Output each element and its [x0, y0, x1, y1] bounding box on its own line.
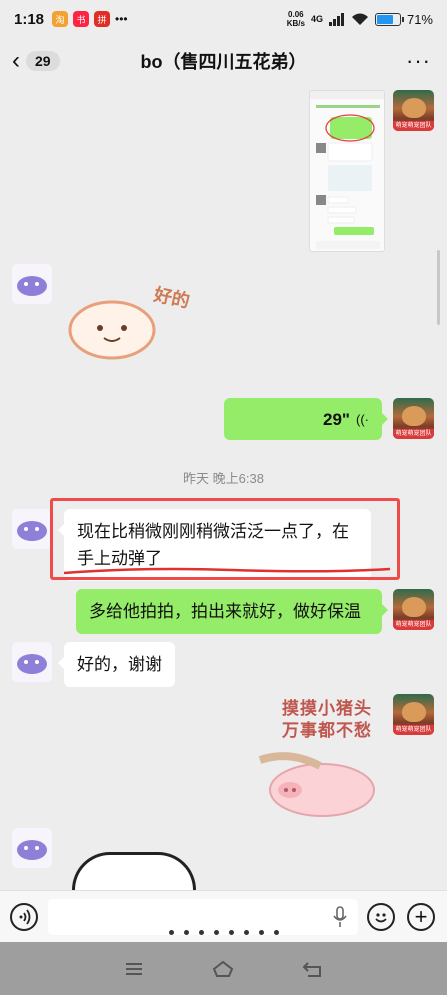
page-dot [183, 930, 189, 935]
more-dots-icon[interactable]: ··· [406, 48, 431, 74]
page-dot [213, 930, 219, 935]
page-dot [168, 930, 174, 935]
avatar-contact[interactable] [12, 264, 52, 304]
network-speed-value: 0.06 [288, 10, 304, 19]
avatar-self[interactable]: 萌宠萌宠团队 [393, 694, 434, 735]
scrollbar[interactable] [437, 250, 440, 325]
red-underline-annotation [63, 567, 391, 575]
voice-message[interactable]: 29" ((· [224, 398, 388, 440]
message-text: 好的，谢谢 [77, 655, 162, 674]
page-dot [273, 930, 279, 935]
network-type: 4G [310, 14, 323, 24]
chat-header: ‹ 29 bo（售四川五花弟） ··· [0, 38, 447, 84]
avatar-label: 萌宠萌宠团队 [393, 121, 434, 131]
battery-percent: 71% [406, 11, 433, 27]
cat-avatar-graphic [17, 654, 47, 674]
xiaohongshu-icon: 书 [73, 11, 90, 27]
cat-avatar-graphic [17, 521, 47, 541]
more-notifications-icon: ••• [115, 12, 128, 26]
avatar-contact[interactable] [12, 828, 52, 868]
chat-title: bo（售四川五花弟） [140, 52, 307, 72]
avatar-label: 萌宠萌宠团队 [393, 429, 434, 439]
battery-fill [376, 14, 393, 24]
avatar-contact[interactable] [12, 642, 52, 682]
cat-avatar-graphic [17, 840, 47, 860]
sticker-bun-ok[interactable]: 好的 [64, 282, 194, 362]
message-text: 多给他拍拍，拍出来就好，做好保温 [89, 602, 361, 621]
pinduoduo-icon: 拼 [94, 11, 111, 27]
message-bubble-contact[interactable]: 好的，谢谢 [58, 642, 175, 687]
back-icon[interactable] [302, 959, 324, 979]
battery-icon [374, 12, 404, 26]
wifi-icon [351, 13, 368, 25]
taobao-icon: 淘 [52, 11, 69, 27]
system-nav-bar [0, 942, 447, 995]
status-time: 1:18 [14, 10, 45, 28]
network-speed-unit: KB/s [286, 19, 305, 28]
avatar-self[interactable]: 萌宠萌宠团队 [393, 398, 434, 439]
message-bubble-self[interactable]: 多给他拍拍，拍出来就好，做好保温 [76, 589, 388, 634]
page-indicator-dots [0, 922, 447, 940]
dog-face-graphic [402, 597, 426, 617]
signal-icon [328, 12, 344, 26]
avatar-label: 萌宠萌宠团队 [393, 620, 434, 630]
pig-sticker-graphic [258, 752, 375, 817]
message-timestamp: 昨天 晚上6:38 [183, 471, 264, 486]
unread-count-badge[interactable]: 29 [26, 51, 60, 71]
dog-face-graphic [402, 98, 426, 118]
home-icon[interactable] [211, 959, 235, 979]
network-speed: 0.06 KB/s [287, 10, 305, 28]
chevron-left-icon[interactable]: ‹ [12, 47, 20, 75]
page-dot [198, 930, 204, 935]
sticker-2-line2: 万事都不愁 [282, 721, 372, 740]
status-bar: 1:18 淘 书 拼 ••• 0.06 KB/s 4G 71% [0, 0, 447, 38]
image-message[interactable] [309, 90, 385, 252]
sticker-pig[interactable]: 摸摸小猪头 万事都不愁 [250, 694, 382, 822]
menu-icon[interactable] [124, 961, 144, 977]
sticker-partial[interactable] [72, 852, 196, 890]
cat-avatar-graphic [17, 276, 47, 296]
page-dot [258, 930, 264, 935]
page-dot [228, 930, 234, 935]
avatar-label: 萌宠萌宠团队 [393, 725, 434, 735]
voice-duration: 29" [323, 409, 350, 429]
dog-face-graphic [402, 406, 426, 426]
avatar-contact[interactable] [12, 509, 52, 549]
voice-wave-icon: ((· [356, 411, 369, 427]
avatar-self[interactable]: 萌宠萌宠团队 [393, 589, 434, 630]
dog-face-graphic [402, 702, 426, 722]
screenshot-thumbnail-graphic [310, 91, 384, 249]
avatar-self[interactable]: 萌宠萌宠团队 [393, 90, 434, 131]
page-dot [243, 930, 249, 935]
